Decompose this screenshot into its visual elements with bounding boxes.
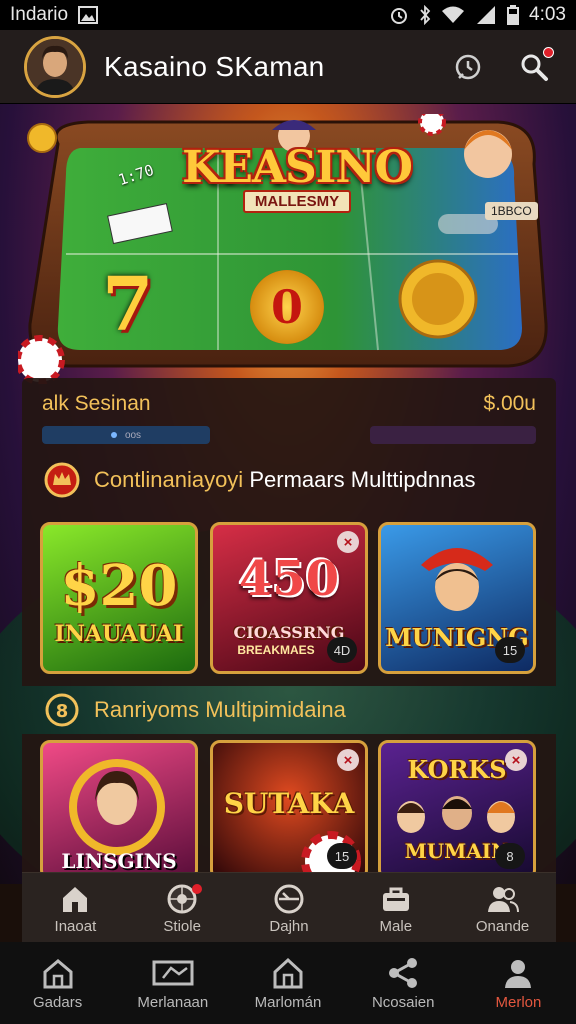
- nav-label: Merlon: [495, 993, 542, 1011]
- game-card-linsgins[interactable]: LINSGINS: [40, 740, 198, 880]
- search-button[interactable]: [516, 46, 554, 85]
- ticket-icon: [151, 956, 195, 990]
- tab-label: Male: [379, 917, 413, 935]
- crown-chip-icon: [42, 460, 82, 500]
- compass-icon: [273, 882, 305, 916]
- section-header-continue: Contlinaniayoyi Permaars Multtipdnnas: [22, 456, 556, 504]
- signal-icon: [475, 5, 497, 25]
- home-icon: [41, 956, 75, 990]
- session-bar-1[interactable]: oos: [42, 426, 210, 444]
- roulette-icon: [166, 882, 203, 916]
- session-amount: $.00u: [483, 392, 536, 415]
- carrier-name: Indario: [10, 4, 69, 25]
- home-icon: [59, 882, 91, 916]
- battery-icon: [507, 5, 520, 25]
- session-bar-3[interactable]: [370, 426, 536, 444]
- hero-plate: 1BBCO: [485, 202, 538, 220]
- notification-badge: [543, 46, 554, 58]
- status-bar: Indario 4:03: [0, 0, 576, 30]
- card-count-badge: 4D: [327, 637, 357, 663]
- card-count-badge: 8: [495, 843, 525, 869]
- card-subtitle: BREAKMAES: [237, 643, 315, 657]
- card-count-badge: 15: [327, 843, 357, 869]
- session-bar-1-text: oos: [124, 429, 142, 441]
- eight-ball-icon: 8: [42, 690, 82, 730]
- house-icon: [271, 956, 305, 990]
- nav-gadars[interactable]: Gadars: [0, 942, 115, 1024]
- bag-icon: [380, 882, 412, 916]
- section-title-continue: Contlinaniayoyi Permaars Multtipdnnas: [94, 467, 476, 493]
- hero-seven-symbol: 7: [102, 262, 154, 348]
- hero-logo-subtitle: MALLESMY: [242, 190, 352, 213]
- tab-badge: [192, 883, 203, 894]
- nav-merlanaan[interactable]: Merlanaan: [115, 942, 230, 1024]
- bottom-navigation: Gadars Merlanaan Marlomán Ncosaien Merlo…: [0, 942, 576, 1024]
- share-icon: [386, 956, 420, 990]
- hero-logo-title: KEASINO: [182, 142, 413, 193]
- tab-dajhn[interactable]: Dajhn: [236, 873, 343, 943]
- nav-label: Merlanaan: [137, 993, 209, 1011]
- tab-male[interactable]: Male: [342, 873, 449, 943]
- close-icon[interactable]: ×: [337, 749, 359, 771]
- bluetooth-icon: [419, 5, 431, 25]
- section-title-recommended: Ranriyoms Multipimidaina: [94, 697, 346, 723]
- game-card-sutaka[interactable]: × SUTAKA 15: [210, 740, 368, 880]
- alarm-icon: [389, 5, 409, 25]
- card-title: LINSGINS: [61, 849, 177, 873]
- wifi-icon: [441, 5, 465, 25]
- tab-label: Stiole: [163, 917, 201, 935]
- game-card-inauauai[interactable]: $20 INAUAUAI: [40, 522, 198, 674]
- app-header: Kasaino SKaman: [0, 30, 576, 104]
- nav-merlon[interactable]: Merlon: [461, 942, 576, 1024]
- users-icon: [486, 882, 520, 916]
- app-title: Kasaino SKaman: [104, 50, 325, 82]
- tab-label: Onande: [475, 917, 530, 935]
- history-icon: [455, 54, 481, 79]
- nav-marloman[interactable]: Marlomán: [230, 942, 345, 1024]
- section-header-recommended: 8 Ranriyoms Multipimidaina: [22, 686, 556, 734]
- section-title-gold: Contlinaniayoyi: [94, 467, 244, 492]
- character-illustration: [421, 548, 493, 611]
- card-title: SUTAKA: [223, 787, 355, 820]
- card-title: INAUAUAI: [54, 621, 184, 647]
- game-tab-bar: Inaoat Stiole Dajhn Male Onande: [22, 872, 556, 943]
- tab-onande[interactable]: Onande: [449, 873, 556, 943]
- tab-label: Inaoat: [54, 917, 97, 935]
- nav-ncosaien[interactable]: Ncosaien: [346, 942, 461, 1024]
- game-card-munigng[interactable]: MUNIGNG 15: [378, 522, 536, 674]
- tab-stiole[interactable]: Stiole: [129, 873, 236, 943]
- nav-label: Marlomán: [254, 993, 322, 1011]
- card-big-text: $20: [60, 553, 178, 619]
- nav-label: Ncosaien: [371, 993, 435, 1011]
- avatar[interactable]: [24, 35, 86, 98]
- svg-text:8: 8: [56, 701, 69, 722]
- hero-zero-chip: 0: [250, 270, 324, 344]
- close-icon[interactable]: ×: [337, 531, 359, 553]
- game-card-korks[interactable]: × KORKS MUMAIN 8: [378, 740, 536, 880]
- clock: 4:03: [529, 4, 566, 25]
- tab-label: Dajhn: [269, 917, 309, 935]
- tab-inaoat[interactable]: Inaoat: [22, 873, 129, 943]
- card-title: KORKS: [407, 755, 507, 784]
- hero-logo: KEASINO MALLESMY: [182, 142, 413, 213]
- session-bar-2[interactable]: [252, 426, 352, 444]
- section-title-gold-2: Multipimidaina: [205, 697, 346, 722]
- history-button[interactable]: [450, 49, 486, 85]
- card-count-badge: 15: [495, 637, 525, 663]
- image-notification-icon: [78, 6, 99, 24]
- section-title-gold: Ranriyoms: [94, 697, 200, 722]
- nav-label: Gadars: [33, 993, 83, 1011]
- user-icon: [502, 956, 534, 990]
- section-title-white: Permaars Multtipdnnas: [249, 467, 476, 492]
- hero-banner[interactable]: 1:70 KEASINO MALLESMY 7 0 1BBCO: [18, 114, 558, 384]
- session-label: alk Sesinan: [42, 392, 151, 415]
- characters-illustration: [69, 759, 165, 855]
- card-big-text: 450: [238, 551, 340, 607]
- game-card-cioassrng[interactable]: × 450 CIOASSRNG BREAKMAES 4D: [210, 522, 368, 674]
